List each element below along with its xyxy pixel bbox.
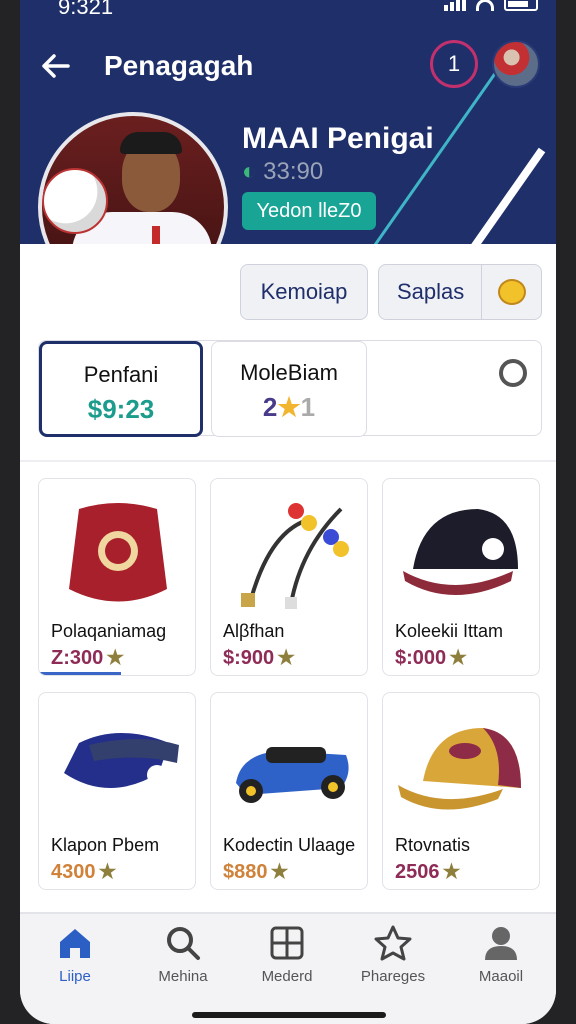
toy-car-icon bbox=[236, 747, 349, 803]
stat-card-secondary[interactable]: MoleBiam 2★1 bbox=[211, 341, 367, 437]
item-price: Z:300 ★ bbox=[51, 645, 124, 670]
tab-search[interactable]: Mehina bbox=[138, 924, 228, 985]
status-icons bbox=[444, 0, 538, 11]
earphones-icon bbox=[241, 503, 349, 609]
yellow-cap-icon bbox=[398, 728, 521, 810]
stat-card-primary[interactable]: Penfani $9:23 bbox=[39, 341, 203, 437]
status-time: 9:321 bbox=[58, 0, 114, 19]
star-icon: ★ bbox=[442, 861, 461, 883]
back-arrow-icon[interactable] bbox=[40, 50, 76, 86]
star-icon: ★ bbox=[277, 392, 301, 422]
item-label: Polaqaniamag bbox=[51, 621, 167, 641]
search-icon[interactable] bbox=[499, 359, 527, 387]
stat-label: Penfani bbox=[83, 362, 159, 387]
tab-label: Phareges bbox=[360, 968, 426, 985]
signal-icon bbox=[444, 0, 466, 11]
item-price: $:900 ★ bbox=[223, 645, 295, 670]
item-label: Koleekii Ittam bbox=[395, 621, 504, 641]
price-value: $:900 bbox=[223, 647, 275, 669]
leaf-icon: ◐ bbox=[242, 158, 257, 185]
selected-indicator bbox=[39, 672, 121, 675]
price-value: 2506 bbox=[395, 861, 440, 883]
star-icon: ★ bbox=[449, 647, 468, 669]
item-price: 2506 ★ bbox=[395, 859, 460, 884]
stat-value: 2★1 bbox=[262, 392, 316, 422]
home-icon bbox=[60, 929, 90, 958]
player-name: MAAI Penigai bbox=[242, 122, 434, 155]
stat-label: MoleBiam bbox=[240, 360, 338, 385]
item-label: Rtovnatis bbox=[395, 835, 471, 855]
item-card[interactable]: Kodectin Ulaage $880 ★ bbox=[210, 692, 368, 890]
phone-frame: 9:321 Penagagah 1 MAAI Penigai ◐ 33:90 Y… bbox=[0, 0, 576, 1024]
tab-label: Mederd bbox=[261, 968, 313, 985]
star-icon: ★ bbox=[98, 861, 117, 883]
team-chip[interactable]: Yedon lleZ0 bbox=[242, 192, 376, 230]
player-avatar bbox=[38, 112, 228, 244]
tab-label: Maaoil bbox=[478, 968, 524, 985]
star-icon: ★ bbox=[270, 861, 289, 883]
wifi-icon bbox=[476, 0, 494, 11]
tab-grid[interactable]: Mederd bbox=[242, 924, 332, 985]
primary-action-button[interactable]: Kemoiap bbox=[240, 264, 368, 320]
secondary-action-button[interactable]: Saplas bbox=[378, 264, 542, 320]
app-screen: 9:321 Penagagah 1 MAAI Penigai ◐ 33:90 Y… bbox=[20, 0, 556, 1024]
price-value: $880 bbox=[223, 861, 268, 883]
stat-value: $9:23 bbox=[87, 394, 155, 424]
black-cap-icon bbox=[403, 509, 518, 595]
bottom-tabbar: Liipe Mehina Mederd Phareges Maaoil bbox=[20, 912, 556, 1024]
item-card[interactable]: Alβfhan $:900 ★ bbox=[210, 478, 368, 676]
navy-visor-icon bbox=[64, 733, 179, 788]
secondary-action-label: Saplas bbox=[397, 279, 465, 304]
notification-badge[interactable]: 1 bbox=[430, 40, 478, 88]
decor-stripe bbox=[446, 147, 546, 244]
tab-favorites[interactable]: Phareges bbox=[348, 924, 438, 985]
home-indicator bbox=[192, 1012, 386, 1018]
stats-panel: Penfani $9:23 MoleBiam 2★1 bbox=[38, 340, 542, 437]
item-label: Kodectin Ulaage bbox=[223, 835, 356, 855]
price-value: $:000 bbox=[395, 647, 447, 669]
ball-icon bbox=[42, 168, 108, 234]
tab-label: Liipe bbox=[59, 968, 91, 985]
person-icon bbox=[485, 927, 517, 960]
item-label: Alβfhan bbox=[223, 621, 285, 641]
star-icon bbox=[374, 925, 412, 961]
item-card[interactable]: Klapon Ρbem 4300 ★ bbox=[38, 692, 196, 890]
section-divider bbox=[20, 460, 556, 462]
profile-header: 9:321 Penagagah 1 MAAI Penigai ◐ 33:90 Y… bbox=[20, 0, 556, 244]
tab-profile[interactable]: Maaoil bbox=[456, 924, 546, 985]
battery-icon bbox=[504, 0, 538, 11]
page-title: Penagagah bbox=[104, 50, 254, 81]
price-value: 4300 bbox=[51, 861, 96, 883]
user-avatar[interactable] bbox=[492, 40, 540, 88]
item-label: Klapon Ρbem bbox=[51, 835, 160, 855]
item-card[interactable]: Polaqaniamag Z:300 ★ bbox=[38, 478, 196, 676]
item-card[interactable]: Rtovnatis 2506 ★ bbox=[382, 692, 540, 890]
search-icon bbox=[167, 927, 200, 960]
item-price: 4300 ★ bbox=[51, 859, 116, 884]
item-price: $:000 ★ bbox=[395, 645, 467, 670]
coin-icon[interactable] bbox=[481, 265, 541, 319]
tab-home[interactable]: Liipe bbox=[30, 924, 120, 985]
star-icon: ★ bbox=[277, 647, 296, 669]
player-stat: ◐ 33:90 bbox=[242, 158, 324, 185]
item-card[interactable]: Koleekii Ittam $:000 ★ bbox=[382, 478, 540, 676]
tab-label: Mehina bbox=[158, 968, 208, 985]
price-value: Z:300 bbox=[51, 647, 104, 669]
item-price: $880 ★ bbox=[223, 859, 288, 884]
red-bucket-hat-icon bbox=[69, 503, 167, 602]
grid-icon bbox=[270, 926, 304, 960]
star-icon: ★ bbox=[106, 647, 125, 669]
